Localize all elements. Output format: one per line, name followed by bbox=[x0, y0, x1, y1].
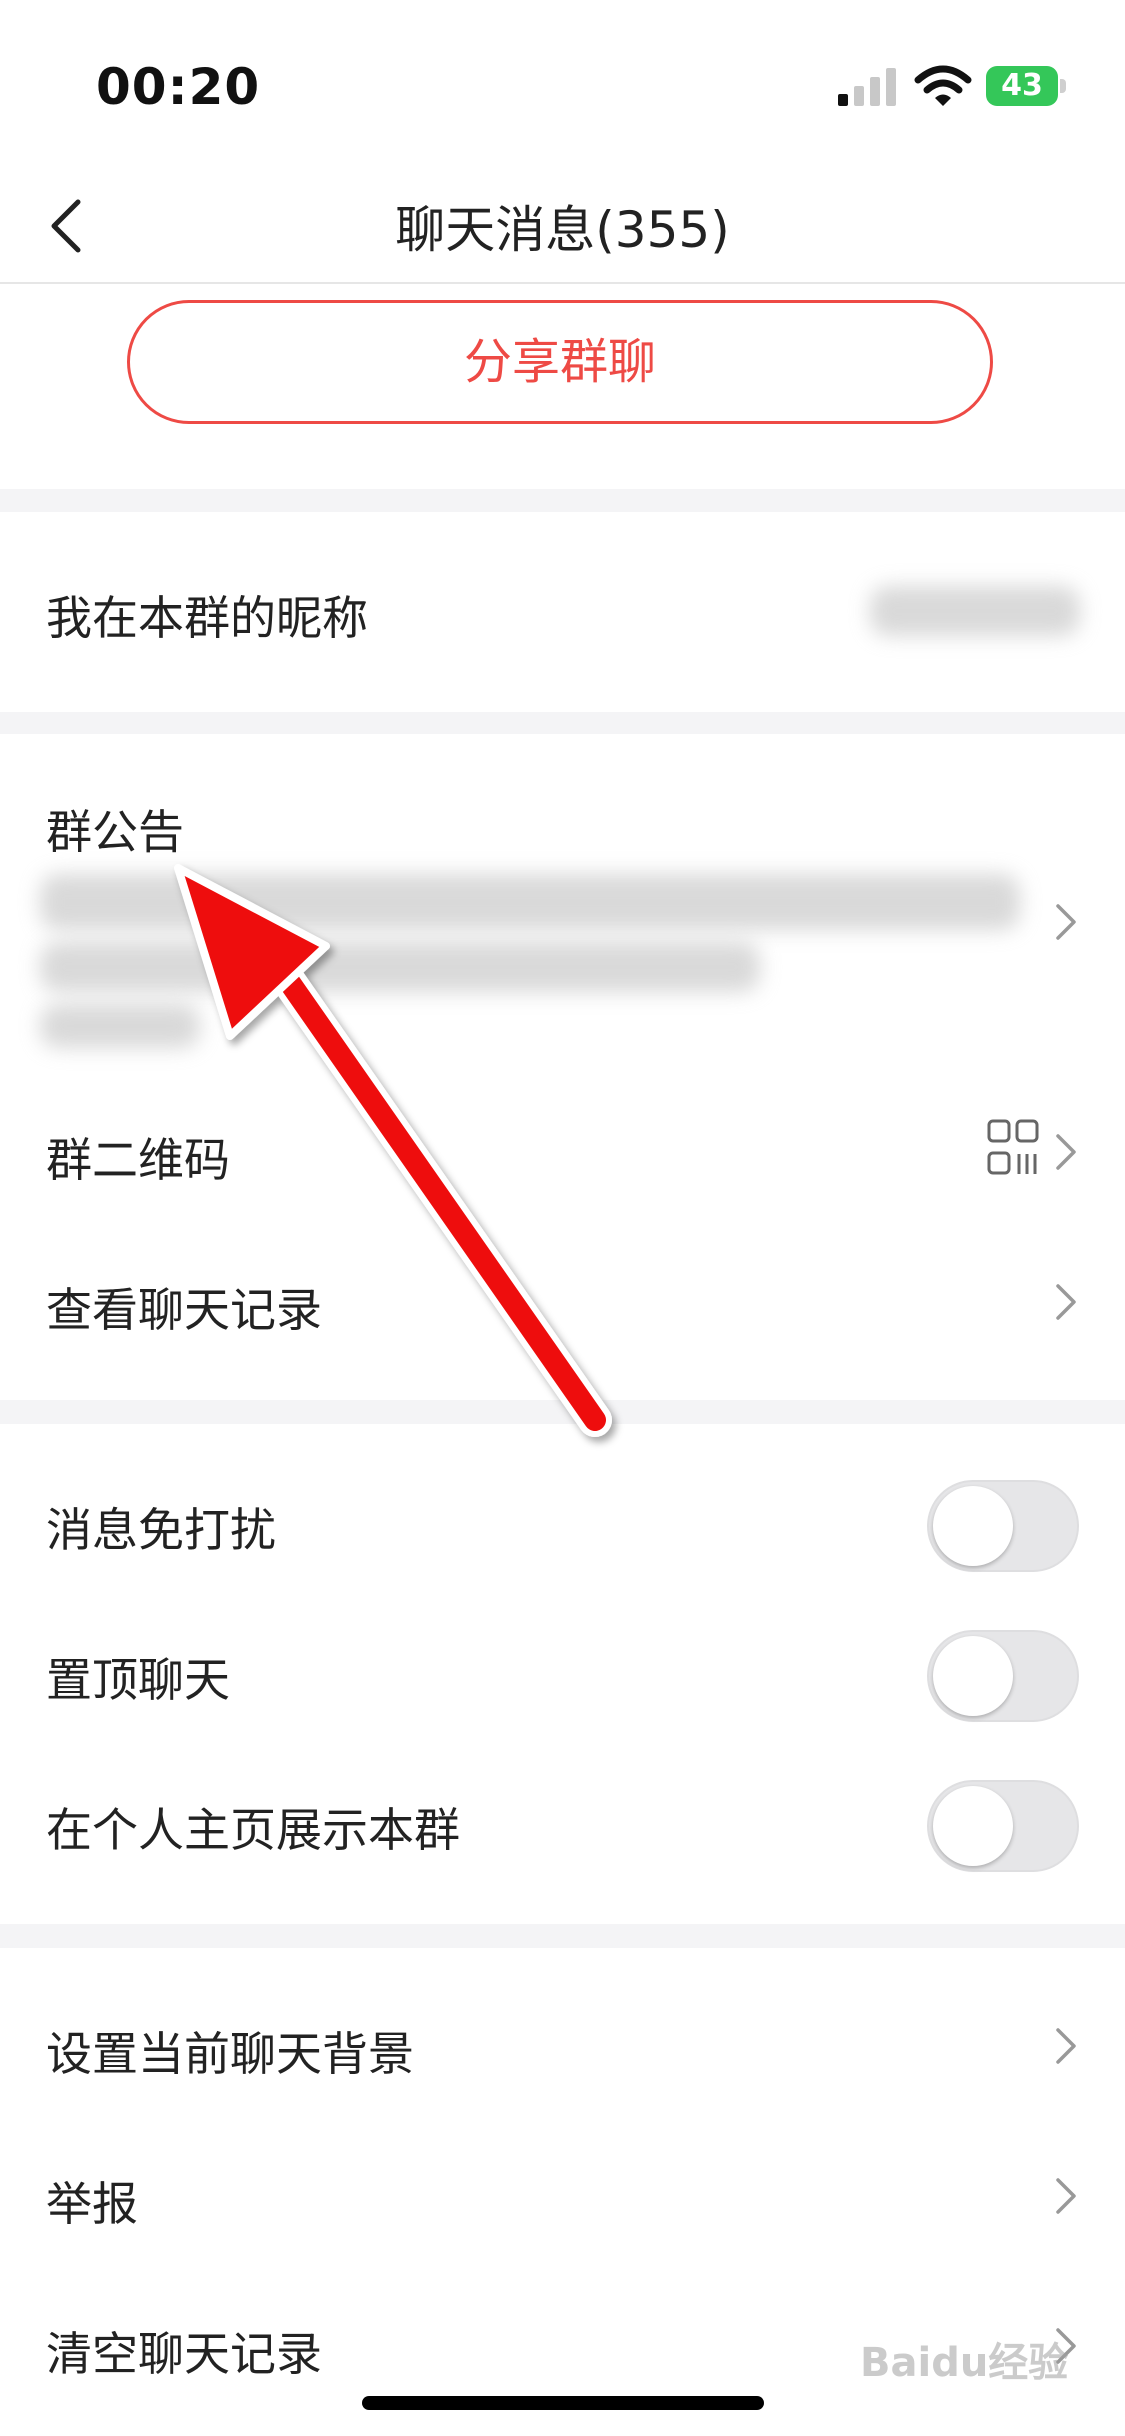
chevron-right-icon bbox=[1056, 1284, 1076, 1320]
toggle-knob bbox=[933, 1636, 1013, 1716]
clear-history-label: 清空聊天记录 bbox=[46, 2327, 322, 2381]
announcement-text-blurred bbox=[40, 874, 1020, 930]
nickname-row[interactable]: 我在本群的昵称 bbox=[0, 512, 1125, 712]
info-card: 群公告 群二维码 查看聊天记录 bbox=[0, 734, 1125, 1400]
baidu-watermark: Baidu经验 bbox=[860, 2340, 1069, 2386]
pin-chat-toggle[interactable] bbox=[927, 1630, 1079, 1722]
page-title: 聊天消息(355) bbox=[395, 201, 730, 259]
toggle-knob bbox=[933, 1786, 1013, 1866]
toggle-row-show-profile: 在个人主页展示本群 bbox=[0, 1724, 1125, 1874]
signal-icon bbox=[838, 68, 896, 106]
report-label: 举报 bbox=[46, 2177, 138, 2231]
toggle-label: 消息免打扰 bbox=[46, 1503, 276, 1557]
chevron-right-icon bbox=[1056, 2028, 1076, 2064]
set-background-label: 设置当前聊天背景 bbox=[46, 2027, 414, 2081]
toggle-row-pin: 置顶聊天 bbox=[0, 1574, 1125, 1724]
show-on-profile-toggle[interactable] bbox=[927, 1780, 1079, 1872]
group-settings-screen: 00:20 43 聊天消息(355) 分享群聊 我在本群的昵称 群公告 群二维码… bbox=[0, 0, 1125, 2436]
qr-code-icon bbox=[987, 1119, 1039, 1175]
wifi-icon bbox=[914, 65, 972, 106]
toggle-row-mute: 消息免打扰 bbox=[0, 1424, 1125, 1574]
status-time: 00:20 bbox=[96, 58, 261, 116]
chevron-right-icon bbox=[1056, 2178, 1076, 2214]
share-section: 分享群聊 bbox=[0, 284, 1125, 489]
nickname-label: 我在本群的昵称 bbox=[46, 591, 368, 645]
announcement-label: 群公告 bbox=[46, 805, 184, 859]
report-row[interactable]: 举报 bbox=[0, 2098, 1125, 2248]
home-indicator bbox=[362, 2396, 764, 2410]
toggle-label: 在个人主页展示本群 bbox=[46, 1803, 460, 1857]
history-row[interactable]: 查看聊天记录 bbox=[0, 1224, 1125, 1374]
mute-toggle[interactable] bbox=[927, 1480, 1079, 1572]
qrcode-label: 群二维码 bbox=[46, 1133, 230, 1187]
toggle-card: 消息免打扰 置顶聊天 在个人主页展示本群 bbox=[0, 1424, 1125, 1924]
nickname-value-blurred bbox=[870, 586, 1080, 636]
qrcode-row[interactable]: 群二维码 bbox=[0, 1074, 1125, 1224]
status-bar: 00:20 43 bbox=[0, 0, 1125, 170]
battery-tip bbox=[1060, 79, 1066, 93]
toggle-label: 置顶聊天 bbox=[46, 1653, 230, 1707]
chevron-right-icon bbox=[1056, 904, 1076, 940]
chevron-right-icon bbox=[1056, 1134, 1076, 1170]
share-group-button[interactable]: 分享群聊 bbox=[127, 300, 993, 424]
announcement-text-blurred bbox=[40, 942, 760, 992]
announcement-row[interactable]: 群公告 bbox=[0, 734, 1125, 1074]
nav-bar: 聊天消息(355) bbox=[0, 170, 1125, 284]
battery-level: 43 bbox=[986, 66, 1058, 106]
toggle-knob bbox=[933, 1486, 1013, 1566]
announcement-text-blurred bbox=[40, 1004, 200, 1048]
battery-icon: 43 bbox=[986, 66, 1068, 108]
set-background-row[interactable]: 设置当前聊天背景 bbox=[0, 1948, 1125, 2098]
history-label: 查看聊天记录 bbox=[46, 1283, 322, 1337]
